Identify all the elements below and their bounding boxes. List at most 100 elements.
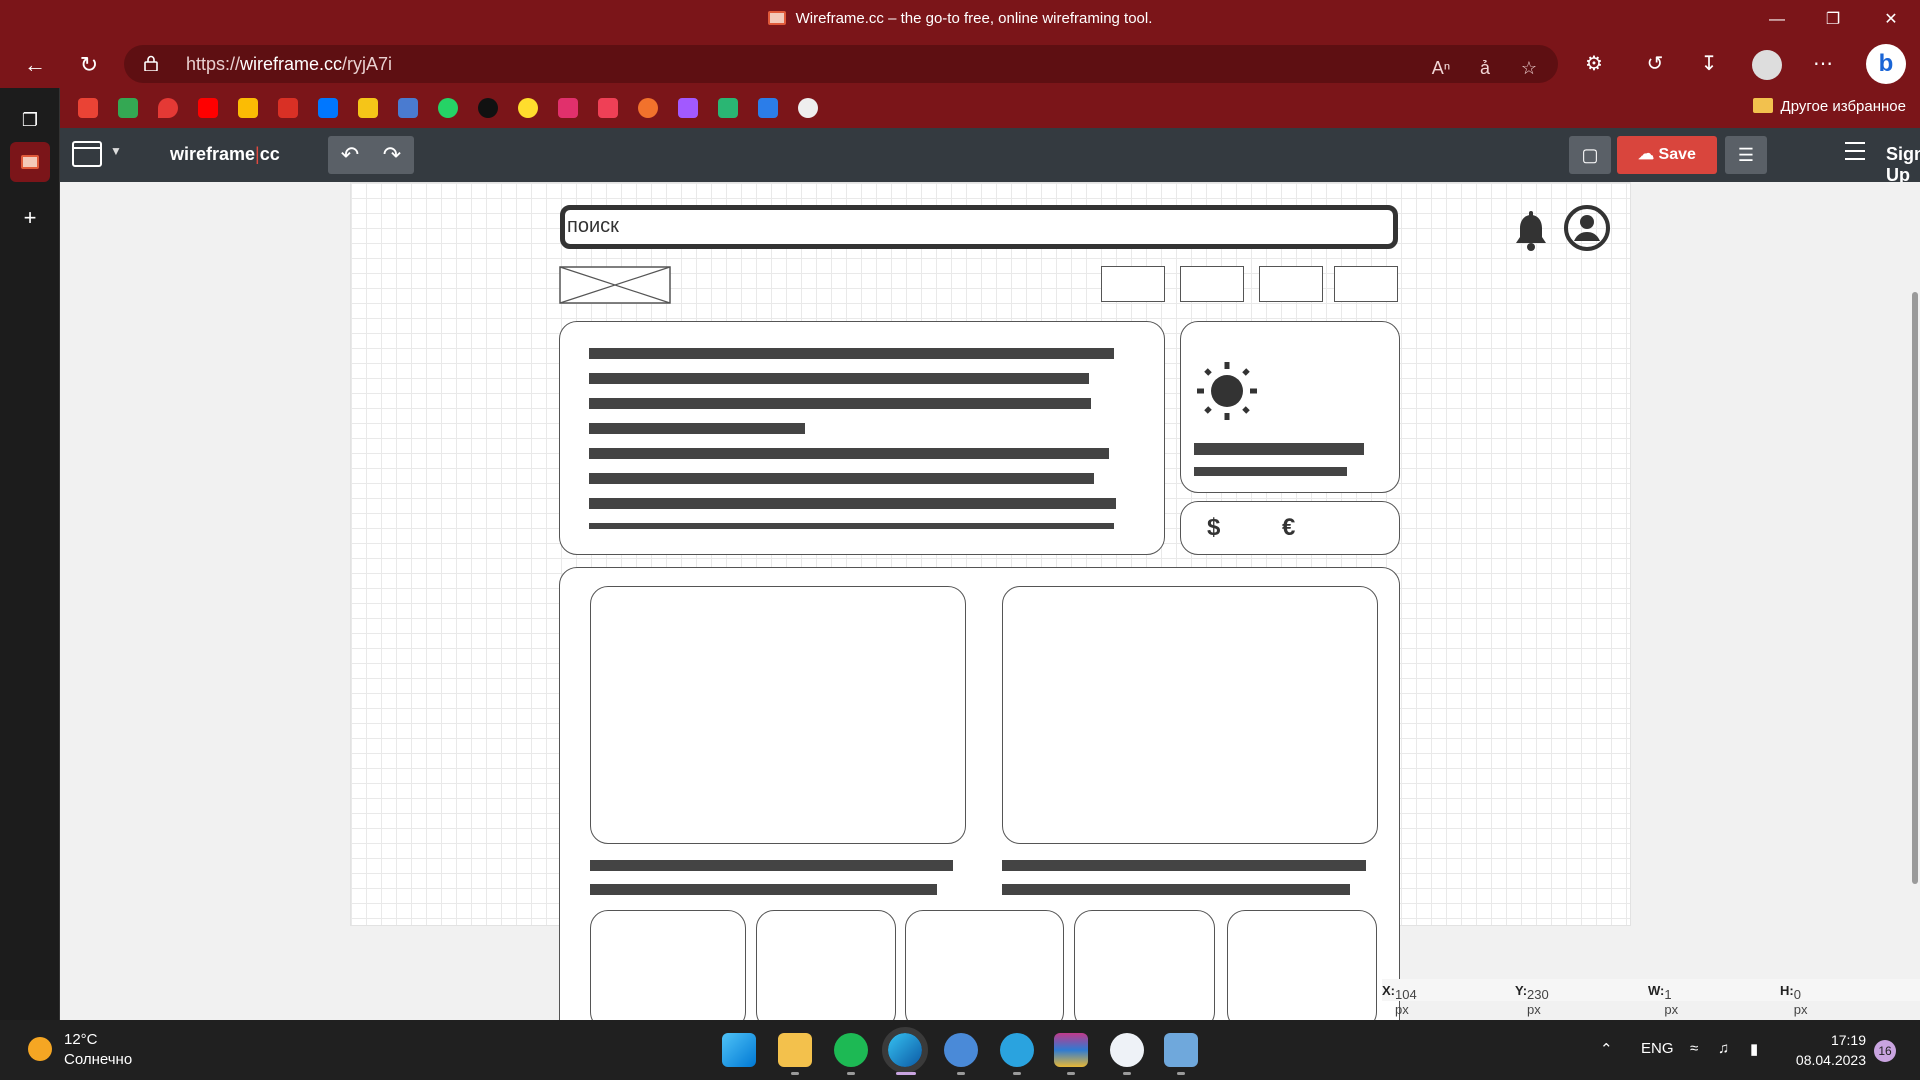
scrollbar-thumb[interactable] (1912, 292, 1918, 884)
weather-text-line (1194, 467, 1347, 476)
figma-bookmark-icon[interactable] (678, 98, 698, 118)
running-indicator (791, 1072, 799, 1075)
sliders-icon: ☰ (1737, 145, 1755, 165)
language-indicator[interactable]: ENG (1641, 1040, 1674, 1057)
app6-bookmark-icon[interactable] (638, 98, 658, 118)
bing-chat-icon[interactable]: b (1866, 44, 1906, 84)
tab-actions-icon[interactable]: ❐ (10, 100, 50, 140)
running-indicator (957, 1072, 965, 1075)
thumb-box[interactable] (756, 910, 896, 1020)
minimize-button[interactable]: — (1752, 6, 1802, 34)
add-favorite-icon[interactable]: ☆ (1514, 53, 1544, 83)
weather-condition[interactable]: Солнечно (64, 1051, 132, 1068)
wireframe-grid[interactable]: поиск $ € (350, 182, 1631, 1020)
pocket-bookmark-icon[interactable] (598, 98, 618, 118)
photos-bookmark-icon[interactable] (238, 98, 258, 118)
reload-icon[interactable]: ↻ (72, 48, 106, 82)
nav-box-1[interactable] (1101, 266, 1165, 302)
extensions-icon[interactable]: ⚙ (1577, 47, 1611, 81)
chatgpt-bookmark-icon[interactable] (798, 98, 818, 118)
hamburger-menu-icon[interactable] (1845, 142, 1865, 162)
media-box-right[interactable] (1002, 586, 1378, 844)
show-hidden-icons-chevron[interactable]: ⌃ (1600, 1040, 1613, 1058)
whatsapp-bookmark-icon[interactable] (438, 98, 458, 118)
app-icon[interactable] (1110, 1033, 1144, 1067)
app-bookmark-icon[interactable] (278, 98, 298, 118)
wireframe-logo[interactable]: wireframe|cc (170, 144, 280, 165)
thumb-box[interactable] (1227, 910, 1377, 1020)
spotify-bookmark-icon[interactable] (478, 98, 498, 118)
new-tab-plus-icon[interactable]: + (10, 198, 50, 238)
spotify-icon[interactable] (834, 1033, 868, 1067)
bookmarks-bar: Другое избранное (60, 88, 1920, 128)
restore-button[interactable]: ❐ (1808, 6, 1858, 34)
browser-template-icon[interactable] (72, 141, 102, 167)
wifi-icon[interactable]: ≈ (1690, 1040, 1698, 1057)
telegram-icon[interactable] (1000, 1033, 1034, 1067)
weather-sun-icon[interactable] (28, 1037, 52, 1061)
text-card[interactable] (559, 321, 1165, 555)
history-icon[interactable]: ↺ (1638, 47, 1672, 81)
currency-card[interactable]: $ € (1180, 501, 1400, 555)
media-box-left[interactable] (590, 586, 966, 844)
bell-icon[interactable] (1513, 211, 1549, 253)
instagram-bookmark-icon[interactable] (558, 98, 578, 118)
save-button[interactable]: ☁ Save (1617, 136, 1717, 174)
battery-icon[interactable]: ▮ (1750, 1040, 1758, 1058)
sign-up-link[interactable]: Sign Up (1886, 144, 1920, 186)
redo-icon[interactable]: ↷ (372, 140, 412, 170)
search-input[interactable]: поиск (560, 205, 1398, 249)
edge-icon[interactable] (882, 1027, 928, 1073)
nav-box-3[interactable] (1259, 266, 1323, 302)
thumb-box[interactable] (590, 910, 746, 1020)
keep-bookmark-icon[interactable] (358, 98, 378, 118)
address-bar[interactable]: https://wireframe.cc/ryjA7i Aⁿ ả ☆ (124, 45, 1558, 83)
thumb-box[interactable] (905, 910, 1064, 1020)
volume-icon[interactable]: ♫ (1718, 1040, 1729, 1057)
qbittorrent-icon[interactable] (944, 1033, 978, 1067)
undo-icon[interactable]: ↶ (330, 140, 370, 170)
user-avatar-icon[interactable] (1564, 205, 1610, 251)
content-container[interactable] (559, 567, 1400, 1020)
maps-bookmark-icon[interactable] (158, 98, 178, 118)
start-icon[interactable] (722, 1033, 756, 1067)
canvas-scrollbar[interactable] (1910, 292, 1920, 884)
youtube-bookmark-icon[interactable] (198, 98, 218, 118)
winrar-icon[interactable] (1054, 1033, 1088, 1067)
nav-box-2[interactable] (1180, 266, 1244, 302)
image-placeholder[interactable] (559, 266, 671, 304)
nav-box-4[interactable] (1334, 266, 1398, 302)
downloads-icon[interactable]: ↧ (1692, 47, 1726, 81)
coordinates-status: X: 104 px Y: 230 px W: 1 px H: 0 px (1382, 979, 1920, 1017)
file-explorer-icon[interactable] (778, 1033, 812, 1067)
app8-bookmark-icon[interactable] (758, 98, 778, 118)
notification-badge[interactable]: 16 (1874, 1040, 1896, 1062)
translate-icon[interactable]: ả (1470, 53, 1500, 83)
app5-bookmark-icon[interactable] (518, 98, 538, 118)
settings-sliders-button[interactable]: ☰ (1725, 136, 1767, 174)
back-arrow-icon[interactable]: ← (18, 48, 52, 82)
vk-bookmark-icon[interactable] (318, 98, 338, 118)
comment-button[interactable]: ▢ (1569, 136, 1611, 174)
close-window-button[interactable]: ✕ (1866, 6, 1916, 34)
app7-bookmark-icon[interactable] (718, 98, 738, 118)
drive-bookmark-icon[interactable] (118, 98, 138, 118)
window-title-text: Wireframe.cc – the go-to free, online wi… (795, 10, 1153, 27)
canvas-area[interactable]: поиск $ € X: 104 px Y: 230 px W: 1 px H:… (60, 182, 1920, 1020)
chevron-down-icon[interactable]: ▼ (110, 144, 122, 158)
other-favorites[interactable]: Другое избранное (1752, 98, 1906, 115)
app4-bookmark-icon[interactable] (398, 98, 418, 118)
task-manager-icon[interactable] (1164, 1033, 1198, 1067)
read-aloud-icon[interactable]: Aⁿ (1426, 53, 1456, 83)
sun-icon (1197, 362, 1257, 420)
more-menu-icon[interactable]: ⋯ (1806, 47, 1840, 81)
profile-avatar[interactable] (1752, 50, 1782, 80)
clock[interactable]: 17:19 08.04.2023 (1790, 1030, 1866, 1070)
weather-card[interactable] (1180, 321, 1400, 493)
folder-icon (1752, 98, 1773, 113)
weather-temperature[interactable]: 12°C (64, 1031, 98, 1048)
gmail-bookmark-icon[interactable] (78, 98, 98, 118)
other-favorites-label: Другое избранное (1780, 98, 1906, 115)
tab-wireframe[interactable] (10, 142, 50, 182)
thumb-box[interactable] (1074, 910, 1215, 1020)
